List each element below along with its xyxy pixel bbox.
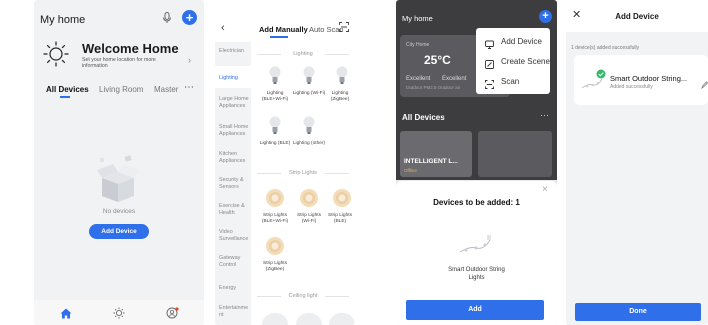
active-tab-indicator [60,96,70,98]
category-gateway-control[interactable]: Gateway Control [219,255,251,268]
strip-light-icon [265,188,285,213]
strip-light-icon [332,188,352,213]
add-device-category-screen: ‹ Add Manually Auto Scan Electrician Lig… [215,0,355,325]
strip-light-icon [299,188,319,213]
device-lighting-ble[interactable]: Lighting (BLE) [258,141,292,147]
ceiling-light-icon [262,313,288,325]
menu-create-scene[interactable]: Create Scene [501,57,550,66]
device-strip-ble-wifi[interactable]: Strip Lights (BLE+Wi-Fi) [258,213,292,225]
device-strip-zigbee[interactable]: Strip Lights (ZigBee) [258,261,292,273]
added-device-name: Smart Outdoor String... [610,74,688,83]
section-divider [325,173,349,174]
home-screen: My home + Welcome Home Set your home loc… [34,0,204,325]
added-count-text: 1 device(s) added successfully [571,45,640,51]
tab-master[interactable]: Master [154,85,178,94]
category-energy[interactable]: Energy [219,285,251,292]
weather-subtext: Outdoor PM2.5 Outdoor air [406,85,461,90]
ceiling-light-icon [296,313,322,325]
aqi-label: Excellent [406,76,431,82]
section-divider [325,54,349,55]
active-tab-indicator [270,36,288,38]
scan-icon[interactable] [339,22,349,34]
devices-to-add-screen: My home + City Home 25°C Excellent Excel… [396,0,557,325]
scan-icon [485,76,494,94]
home-title[interactable]: My home [40,14,85,26]
modal-device-name: Smart Outdoor String Lights [448,267,505,281]
welcome-subtitle[interactable]: Set your home location for more informat… [82,57,182,69]
tab-add-manually[interactable]: Add Manually [259,25,308,34]
bulb-icon [269,116,281,141]
create-scene-icon [485,56,494,74]
page-title: Add Device [615,12,659,21]
add-button[interactable]: Add [406,300,544,320]
added-device-status: Added successfully [610,84,653,90]
category-electrician[interactable]: Electrician [219,48,251,55]
bulb-icon [303,66,315,91]
add-icon[interactable]: + [182,10,197,25]
device-card-status: Offline [404,168,417,173]
add-device-icon [485,36,494,54]
bulb-icon [303,116,315,141]
category-small-home-appliances[interactable]: Small Home Appliances [219,124,251,137]
bulb-icon [269,66,281,91]
category-lighting[interactable]: Lighting [219,75,251,82]
add-icon[interactable]: + [539,10,552,23]
success-check-icon [596,66,606,84]
home-title[interactable]: My home [402,14,433,23]
profile-icon[interactable] [165,306,179,320]
chevron-right-icon[interactable]: › [188,55,191,65]
device-card[interactable] [478,131,552,177]
menu-add-device[interactable]: Add Device [501,37,542,46]
scene-icon[interactable] [112,306,126,320]
more-icon[interactable]: ⋯ [184,82,195,93]
close-icon[interactable]: × [542,184,548,195]
modal-title: Devices to be added: 1 [433,198,520,207]
category-large-home-appliances[interactable]: Large Home Appliances [219,96,251,109]
welcome-title: Welcome Home [82,41,179,56]
device-lighting-ble-wifi[interactable]: Lighting (BLE+Wi-Fi) [258,91,292,103]
category-entertainment[interactable]: Entertainme nt [219,305,251,318]
category-kitchen-appliances[interactable]: Kitchen Appliances [219,151,251,164]
microphone-icon[interactable] [160,11,174,25]
device-lighting-other[interactable]: Lighting (other) [292,141,326,147]
home-icon[interactable] [59,306,73,320]
device-strip-wifi[interactable]: Strip Lights (Wi-Fi) [292,213,326,225]
section-divider [325,296,349,297]
add-device-result-screen: ✕ Add Device 1 device(s) added successfu… [566,0,708,325]
tab-all-devices[interactable]: All Devices [46,85,89,94]
back-icon[interactable]: ‹ [221,22,225,34]
category-security-sensors[interactable]: Security & Sensors [219,177,251,190]
tab-living-room[interactable]: Living Room [99,85,143,94]
device-card-name: INTELLIGENT L... [404,158,458,165]
empty-box-icon [94,150,142,205]
temperature-value: 25°C [424,53,451,67]
edit-icon[interactable] [701,76,708,94]
device-strip-ble[interactable]: Strip Lights (BLE) [325,213,355,225]
device-lighting-zigbee[interactable]: Lighting (ZigBee) [325,91,355,103]
bulb-icon [336,66,348,91]
menu-scan[interactable]: Scan [501,77,519,86]
empty-state-text: No devices [102,208,136,215]
string-lights-icon [456,232,496,263]
weather-label: City Home [406,42,430,48]
sun-icon [42,40,70,68]
air-quality-label: Excellent [442,76,467,82]
device-lighting-wifi[interactable]: Lighting (Wi-Fi) [292,91,326,97]
strip-light-icon [265,236,285,261]
category-video-surveillance[interactable]: Video Surveillance [219,229,251,242]
ceiling-light-icon [329,313,355,325]
done-button[interactable]: Done [575,303,701,321]
all-devices-heading: All Devices [402,113,445,122]
more-icon[interactable]: ⋯ [540,110,549,121]
category-exercise-health[interactable]: Exercise & Health [219,203,251,216]
add-device-button[interactable]: Add Device [89,224,149,239]
